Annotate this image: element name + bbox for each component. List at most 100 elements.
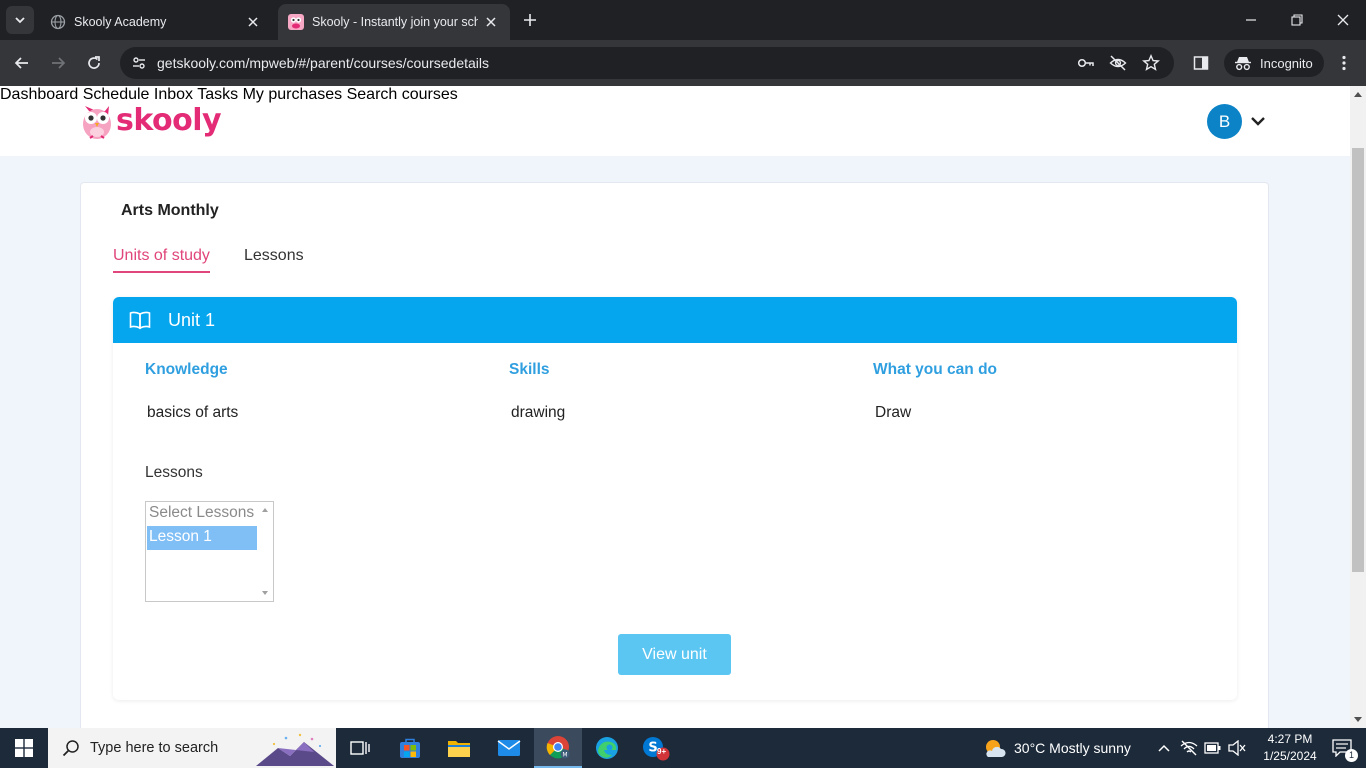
- tab-title: Skooly Academy: [74, 15, 167, 29]
- taskbar-search-box[interactable]: Type here to search: [48, 728, 336, 768]
- folder-icon: [448, 741, 470, 757]
- view-unit-button[interactable]: View unit: [618, 634, 731, 675]
- side-panel-button[interactable]: [1187, 49, 1215, 77]
- close-window-button[interactable]: [1320, 0, 1366, 40]
- notification-center-button[interactable]: 1: [1318, 728, 1366, 768]
- logo-text: skooly: [116, 102, 222, 138]
- nav-dashboard[interactable]: Dashboard: [0, 86, 78, 103]
- page-scrollbar[interactable]: [1350, 86, 1366, 728]
- chevron-up-icon[interactable]: [1157, 742, 1171, 754]
- weather-text[interactable]: 30°C Mostly sunny: [1014, 740, 1131, 756]
- knowledge-heading: Knowledge: [145, 361, 228, 378]
- task-view-icon: [350, 741, 370, 755]
- restore-button[interactable]: [1274, 0, 1320, 40]
- scrollbar-thumb[interactable]: [1352, 148, 1364, 572]
- tab-close-icon[interactable]: [244, 13, 262, 31]
- lessons-placeholder-option[interactable]: Select Lessons: [147, 502, 257, 526]
- nav-my-purchases[interactable]: My purchases: [243, 86, 343, 103]
- tab-title: Skooly - Instantly join your scho: [312, 15, 478, 29]
- skills-value: drawing: [511, 404, 566, 421]
- search-highlight-illustration-icon: [256, 733, 334, 766]
- lessons-label: Lessons: [145, 464, 203, 481]
- taskbar-skype[interactable]: S 9+: [632, 728, 680, 768]
- taskbar-microsoft-store[interactable]: [386, 728, 434, 768]
- course-details-card: Arts Monthly Units of study Lessons Unit…: [80, 182, 1269, 728]
- store-icon: [400, 738, 420, 758]
- lesson-option[interactable]: Lesson 1: [147, 526, 257, 550]
- unit-title: Unit 1: [168, 310, 216, 330]
- windows-taskbar: Type here to search M S 9+ 30°C Mostly s…: [0, 728, 1366, 768]
- owl-logo-icon: [83, 106, 111, 139]
- side-panel-icon: [1193, 56, 1209, 70]
- svg-text:M: M: [562, 751, 567, 758]
- taskbar-search-placeholder: Type here to search: [90, 740, 219, 756]
- skooly-logo[interactable]: skooly: [80, 100, 222, 140]
- unit-panel: Unit 1 Knowledge Skills What you can do …: [113, 297, 1237, 700]
- weather-partly-sunny-icon[interactable]: [982, 737, 1006, 759]
- forward-button[interactable]: [44, 49, 72, 77]
- battery-icon[interactable]: [1204, 741, 1222, 755]
- chevron-down-icon: [15, 17, 25, 24]
- tab-close-icon[interactable]: [482, 13, 500, 31]
- start-button[interactable]: [0, 728, 48, 768]
- reload-icon: [88, 56, 100, 69]
- minimize-button[interactable]: [1228, 0, 1274, 40]
- book-open-icon: [129, 311, 151, 330]
- bookmark-star-icon[interactable]: [1141, 53, 1161, 73]
- incognito-label: Incognito: [1260, 55, 1313, 71]
- arrow-left-icon: [14, 57, 28, 69]
- nav-search-courses[interactable]: Search courses: [347, 86, 458, 103]
- volume-muted-icon[interactable]: [1228, 740, 1246, 756]
- what-you-can-do-heading: What you can do: [873, 361, 997, 378]
- eye-off-icon[interactable]: [1108, 53, 1128, 73]
- reload-button[interactable]: [80, 49, 108, 77]
- taskbar-edge[interactable]: [583, 728, 631, 768]
- windows-logo-icon: [15, 739, 33, 757]
- page-viewport: skooly Dashboard Schedule Inbox Tasks My…: [0, 86, 1350, 728]
- tab-lessons[interactable]: Lessons: [244, 247, 304, 265]
- taskbar-chrome[interactable]: M: [534, 728, 582, 768]
- knowledge-value: basics of arts: [147, 404, 239, 421]
- site-info-icon[interactable]: [128, 52, 150, 74]
- avatar[interactable]: B: [1207, 104, 1242, 139]
- browser-tab-skooly-academy[interactable]: Skooly Academy: [40, 4, 272, 40]
- unit-header[interactable]: Unit 1: [113, 297, 1237, 343]
- scroll-down-arrow-icon[interactable]: [1354, 717, 1362, 722]
- browser-tab-skooly-join[interactable]: Skooly - Instantly join your scho: [278, 4, 510, 40]
- skills-heading: Skills: [509, 361, 550, 378]
- browser-toolbar: getskooly.com/mpweb/#/parent/courses/cou…: [0, 40, 1366, 86]
- clock-date: 1/25/2024: [1263, 749, 1317, 763]
- listbox-scrollbar[interactable]: [258, 502, 273, 601]
- tab-units-of-study[interactable]: Units of study: [113, 247, 210, 273]
- task-view-button[interactable]: [336, 728, 384, 768]
- clock-time: 4:27 PM: [1267, 732, 1313, 746]
- browser-tab-strip: Skooly Academy Skooly - Instantly join y…: [0, 0, 1366, 40]
- system-clock[interactable]: 4:27 PM 1/25/2024: [1255, 731, 1325, 765]
- plus-icon: [524, 14, 536, 26]
- lessons-select-list[interactable]: Select Lessons Lesson 1: [145, 501, 274, 602]
- edge-icon: [596, 737, 618, 759]
- scroll-up-arrow-icon[interactable]: [262, 508, 268, 512]
- minimize-icon: [1246, 19, 1256, 21]
- network-disabled-icon[interactable]: [1180, 740, 1198, 756]
- address-bar[interactable]: getskooly.com/mpweb/#/parent/courses/cou…: [120, 47, 1174, 79]
- taskbar-file-explorer[interactable]: [435, 728, 483, 768]
- site-header: skooly Dashboard Schedule Inbox Tasks My…: [0, 86, 1350, 156]
- skype-badge-count: 9+: [657, 747, 667, 756]
- tab-search-button[interactable]: [6, 6, 34, 34]
- what-you-can-do-value: Draw: [875, 404, 912, 421]
- arrow-right-icon: [52, 57, 66, 69]
- browser-menu-button[interactable]: [1330, 49, 1358, 77]
- taskbar-mail[interactable]: [485, 728, 533, 768]
- scroll-down-arrow-icon[interactable]: [262, 591, 268, 595]
- incognito-indicator[interactable]: Incognito: [1224, 49, 1324, 77]
- back-button[interactable]: [8, 49, 36, 77]
- skooly-owl-favicon-icon: [288, 14, 304, 30]
- chevron-down-icon[interactable]: [1249, 112, 1267, 130]
- new-tab-button[interactable]: [518, 8, 542, 32]
- course-title: Arts Monthly: [121, 202, 219, 219]
- notification-count: 1: [1345, 749, 1358, 762]
- key-icon[interactable]: [1076, 53, 1096, 73]
- close-icon: [1337, 14, 1349, 26]
- scroll-up-arrow-icon[interactable]: [1354, 92, 1362, 97]
